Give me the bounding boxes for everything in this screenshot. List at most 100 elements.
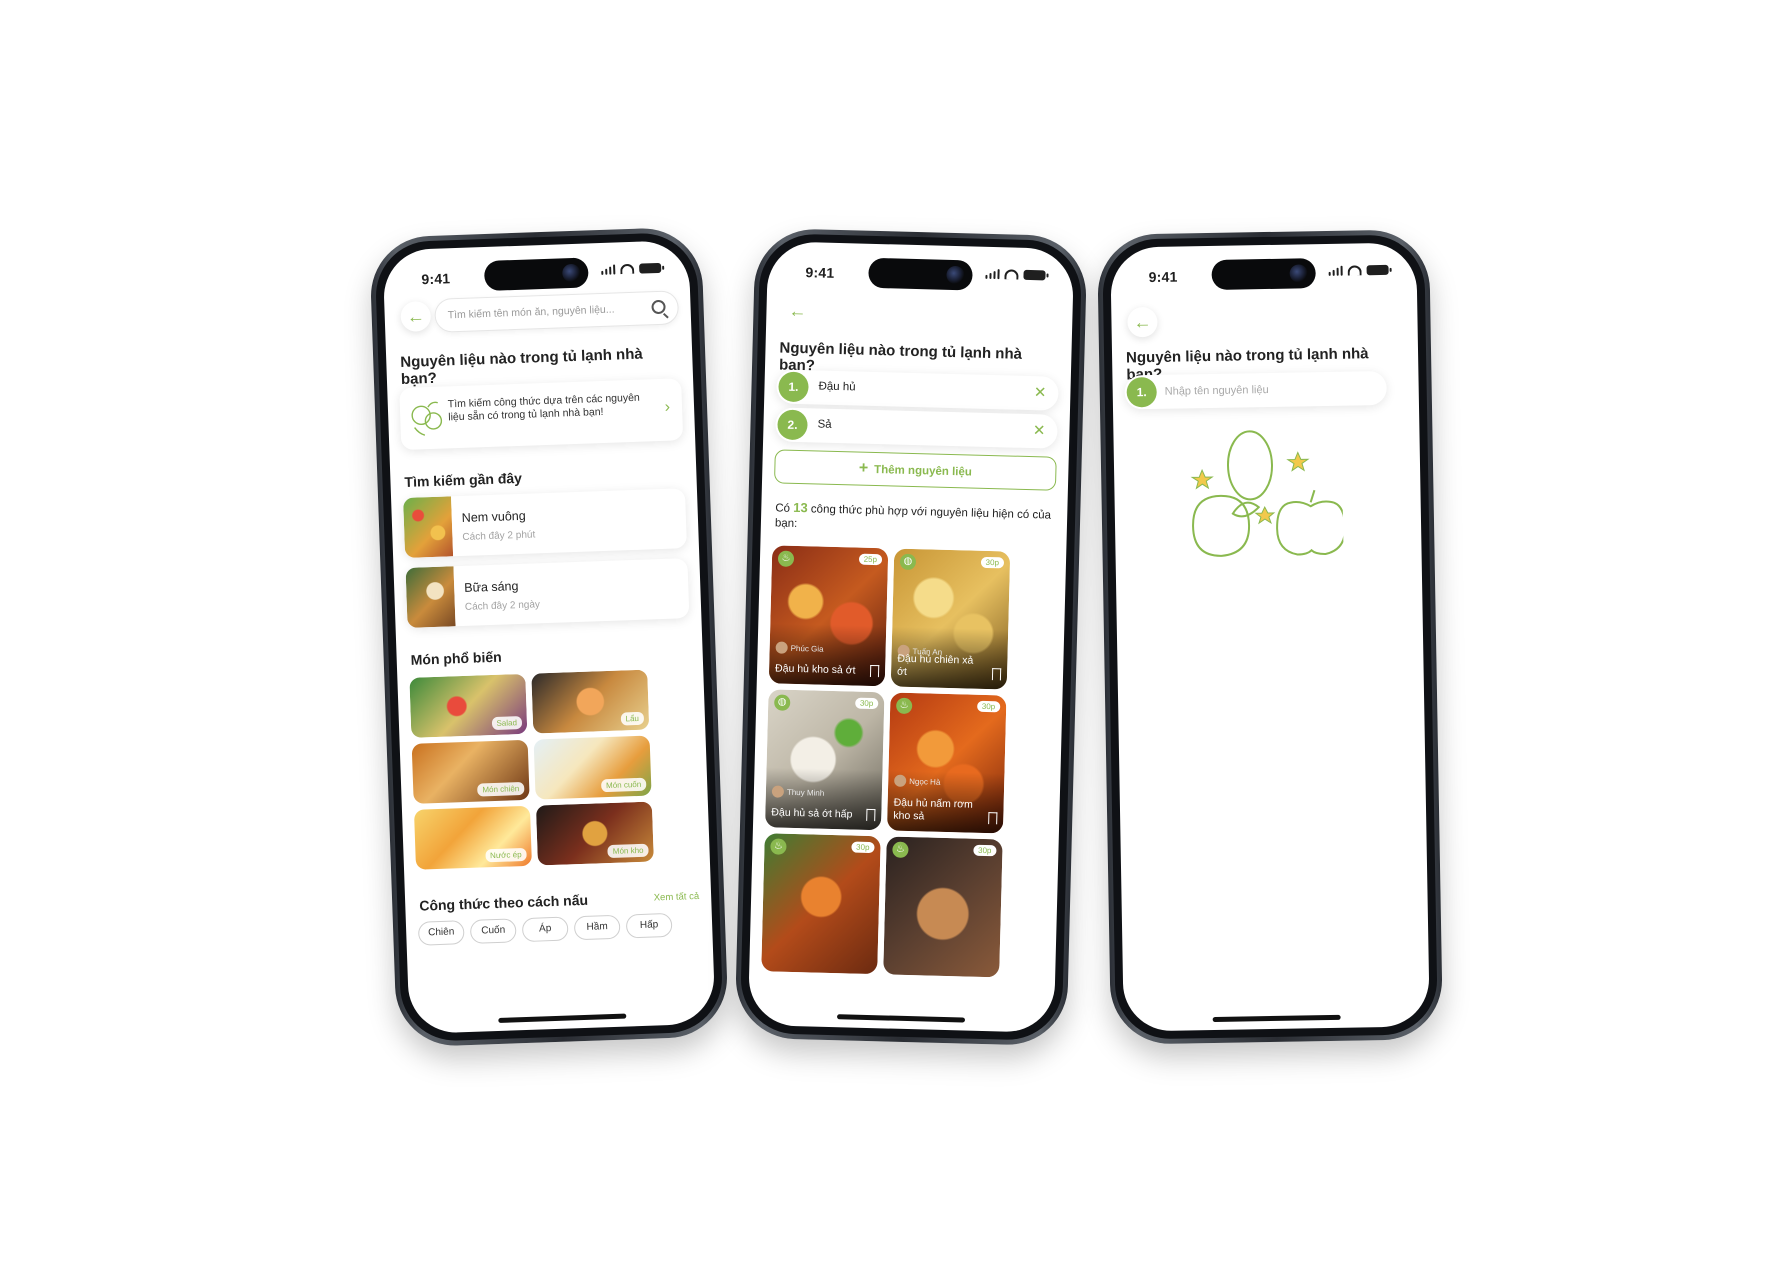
recipe-card[interactable]: ♨ 30p Ngọc Hà Đậu hủ nấm rơm kho sả [886,692,1007,834]
popular-tile-salad[interactable]: Salad [409,673,528,738]
search-icon [651,299,666,315]
ingredient-number: 2. [777,409,808,441]
home-indicator[interactable] [498,1013,627,1023]
back-button[interactable]: ← [400,300,432,332]
recent-item[interactable]: Bữa sáng Cách đây 2 ngày [405,558,690,628]
wifi-icon [620,263,635,275]
cook-time: 30p [980,556,1005,569]
camera-icon [562,263,581,283]
ingredient-row[interactable]: 1. Đậu hủ ✕ [776,369,1059,411]
phone-frame-empty: 9:41 ← Nguyên liệu nào trong tủ lạnh nhà… [1096,229,1444,1045]
recent-name: Bữa sáng [463,579,519,595]
banner-text: Tìm kiếm công thức dựa trên các nguyên l… [447,391,640,424]
back-button[interactable]: ← [1127,306,1158,338]
chef-hat-icon: ♨ [770,838,787,855]
add-ingredient-button[interactable]: + Thêm nguyên liệu [773,449,1057,491]
fridge-search-banner[interactable]: Tìm kiếm công thức dựa trên các nguyên l… [399,378,684,451]
globe-icon: ◍ [899,553,917,571]
chip-ap[interactable]: Áp [521,916,569,943]
recipe-name: Đậu hủ kho sả ớt [774,662,856,677]
popular-tile-nuoc-ep[interactable]: Nước ép [413,805,532,870]
recent-searches-title: Tìm kiếm gần đây [404,469,523,490]
result-count: 13 [793,499,808,516]
remove-ingredient-icon[interactable]: ✕ [1034,383,1047,401]
ingredient-input-row[interactable]: 1. [1124,370,1387,410]
camera-icon [946,265,965,285]
home-indicator[interactable] [836,1014,966,1023]
recipe-author: Phúc Gia [775,641,824,654]
camera-icon [1289,264,1308,283]
search-input[interactable]: Tìm kiếm tên món ăn, nguyên liệu... [434,290,680,333]
status-icons [984,269,1046,281]
star-icon [1286,451,1310,472]
ingredients-illustration [1190,430,1344,557]
chip-chien[interactable]: Chiên [417,920,465,946]
bookmark-icon[interactable] [991,668,1002,681]
see-all-link[interactable]: Xem tất cả [654,891,700,904]
recipe-card[interactable]: ♨ 30p [883,836,1003,978]
chip-cuon[interactable]: Cuốn [469,918,517,944]
star-icon [1190,468,1214,490]
result-summary: Có 13 công thức phù hợp với nguyên liệu … [775,499,1058,538]
bookmark-icon[interactable] [866,808,876,822]
recipe-card[interactable]: ♨ 25p Phúc Gia Đậu hủ kho sả ớt [768,545,889,687]
arrow-left-icon: ← [788,300,807,322]
battery-icon [1366,264,1389,276]
tile-label: Món cuốn [600,777,647,793]
status-icons [1328,264,1389,276]
signal-icon [1328,265,1343,276]
recipe-card[interactable]: ◍ 30p Tuấn An Đậu hủ chiên xả ớt [890,548,1011,690]
tile-label: Salad [491,715,523,731]
recipe-card[interactable]: ◍ 30p Thuy Minh Đậu hủ sả ớt hấp [764,689,885,831]
globe-icon: ◍ [774,694,791,711]
cooking-method-title: Công thức theo cách nấu [419,891,589,914]
popular-tile-mon-cuon[interactable]: Món cuốn [533,735,652,800]
ingredient-row[interactable]: 2. Sả ✕ [775,407,1058,449]
popular-tile-lau[interactable]: Lẩu [531,669,650,734]
recent-time: Cách đây 2 ngày [464,599,541,613]
chef-hat-icon: ♨ [892,841,909,859]
cook-time: 30p [972,844,997,857]
popular-title: Món phổ biến [410,648,502,668]
recent-thumbnail [403,496,454,558]
recipe-name: Đậu hủ chiên xả ớt [896,652,974,678]
signal-icon [600,264,616,275]
pumpkin-icon [1276,500,1344,556]
battery-icon [1023,269,1046,281]
back-button[interactable]: ← [782,295,813,327]
battery-icon [639,262,662,274]
chip-hap[interactable]: Hấp [625,912,673,939]
chip-ham[interactable]: Hầm [573,914,621,941]
bookmark-icon[interactable] [988,812,998,825]
plus-icon: + [858,459,869,477]
avatar [775,641,788,654]
bookmark-icon[interactable] [869,664,880,678]
recent-time: Cách đây 2 phút [462,529,536,543]
wifi-icon [1004,269,1019,280]
cook-time: 30p [850,841,875,854]
remove-ingredient-icon[interactable]: ✕ [1033,421,1046,439]
search-placeholder: Tìm kiếm tên món ăn, nguyên liệu... [447,303,615,322]
screen-search-home: 9:41 ← Tìm kiếm tên món ăn, nguyên liệu.… [382,239,716,1035]
arrow-left-icon: ← [1133,312,1152,333]
avatar [894,774,907,787]
signal-icon [984,269,1000,280]
screen-ingredient-input: 9:41 ← Nguyên liệu nào trong tủ lạnh nhà… [1110,242,1430,1032]
phone-frame-results: 9:41 ← Nguyên liệu nào trong tủ lạnh nhà… [734,227,1088,1047]
cook-time: 30p [976,700,1001,713]
egg-icon [1226,430,1274,501]
ingredient-input[interactable] [1164,378,1365,402]
tile-label: Nước ép [484,847,527,863]
result-suffix: công thức phù hợp với nguyên liệu hiện c… [774,503,1052,530]
arrow-left-icon: ← [406,306,426,327]
popular-tile-mon-kho[interactable]: Món kho [535,801,654,866]
recent-thumbnail [405,566,456,628]
status-icons [600,262,662,275]
recipe-card[interactable]: ♨ 30p [761,833,881,975]
dynamic-island [868,257,973,291]
add-ingredient-label: Thêm nguyên liệu [873,463,973,479]
popular-tile-mon-chien[interactable]: Món chiên [411,739,530,804]
recent-item[interactable]: Nem vuông Cách đây 2 phút [403,488,687,558]
home-indicator[interactable] [1212,1014,1341,1023]
status-time: 9:41 [1148,268,1178,286]
